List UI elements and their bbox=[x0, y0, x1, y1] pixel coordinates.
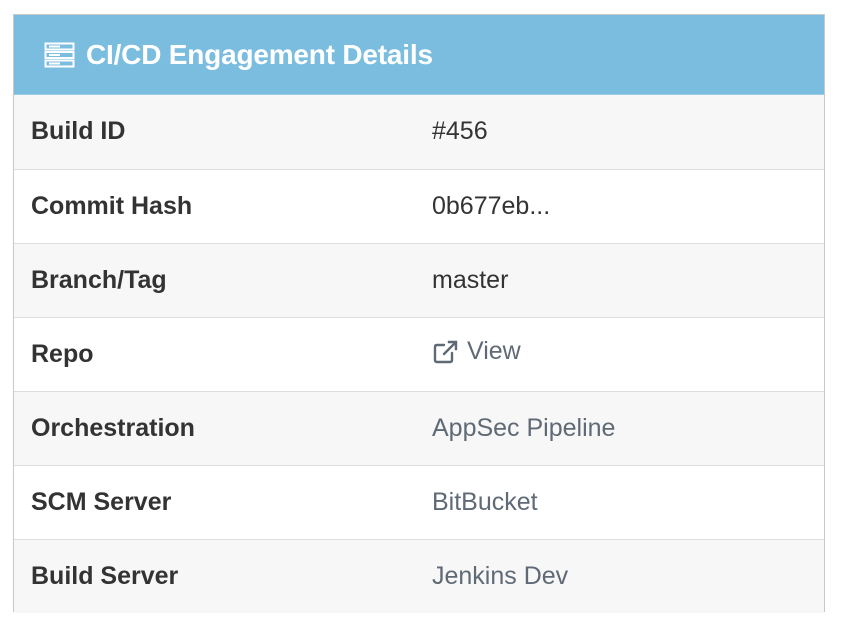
build-server-link[interactable]: Jenkins Dev bbox=[432, 563, 568, 589]
table-row: Orchestration AppSec Pipeline bbox=[14, 390, 824, 465]
table-row: Build Server Jenkins Dev bbox=[14, 538, 824, 613]
engagement-details-table: Build ID #456 Commit Hash 0b677eb... Bra… bbox=[14, 95, 824, 613]
table-row: SCM Server BitBucket bbox=[14, 464, 824, 539]
external-link-icon bbox=[432, 339, 459, 364]
scm-server-link[interactable]: BitBucket bbox=[432, 489, 538, 515]
build-server-label: Build Server bbox=[14, 538, 414, 613]
table-row: Branch/Tag master bbox=[14, 242, 824, 317]
build-id-value: #456 bbox=[432, 117, 488, 146]
build-server-value: Jenkins Dev bbox=[414, 538, 824, 613]
branch-tag-label: Branch/Tag bbox=[14, 242, 414, 317]
panel-title: CI/CD Engagement Details bbox=[86, 38, 433, 70]
orchestration-label: Orchestration bbox=[14, 390, 414, 465]
panel-heading: CI/CD Engagement Details bbox=[14, 15, 824, 95]
orchestration-value: AppSec Pipeline bbox=[414, 390, 824, 465]
scm-server-label: SCM Server bbox=[14, 464, 414, 539]
engagement-details-panel: CI/CD Engagement Details Build ID #456 C… bbox=[13, 14, 825, 613]
repo-value: View bbox=[414, 316, 824, 391]
table-row: Repo View bbox=[14, 316, 824, 391]
commit-hash-label: Commit Hash bbox=[14, 168, 414, 243]
build-id-label: Build ID bbox=[31, 117, 126, 146]
branch-tag-value: master bbox=[414, 242, 824, 317]
table-row: Commit Hash 0b677eb... bbox=[14, 168, 824, 243]
table-row: Build ID #456 bbox=[14, 95, 824, 169]
scm-server-value: BitBucket bbox=[414, 464, 824, 539]
repo-label: Repo bbox=[14, 316, 414, 391]
server-icon bbox=[44, 41, 76, 69]
repo-view-link[interactable]: View bbox=[432, 339, 521, 364]
commit-hash-value: 0b677eb... bbox=[414, 168, 824, 243]
repo-view-label: View bbox=[467, 337, 521, 365]
orchestration-link[interactable]: AppSec Pipeline bbox=[432, 415, 615, 441]
